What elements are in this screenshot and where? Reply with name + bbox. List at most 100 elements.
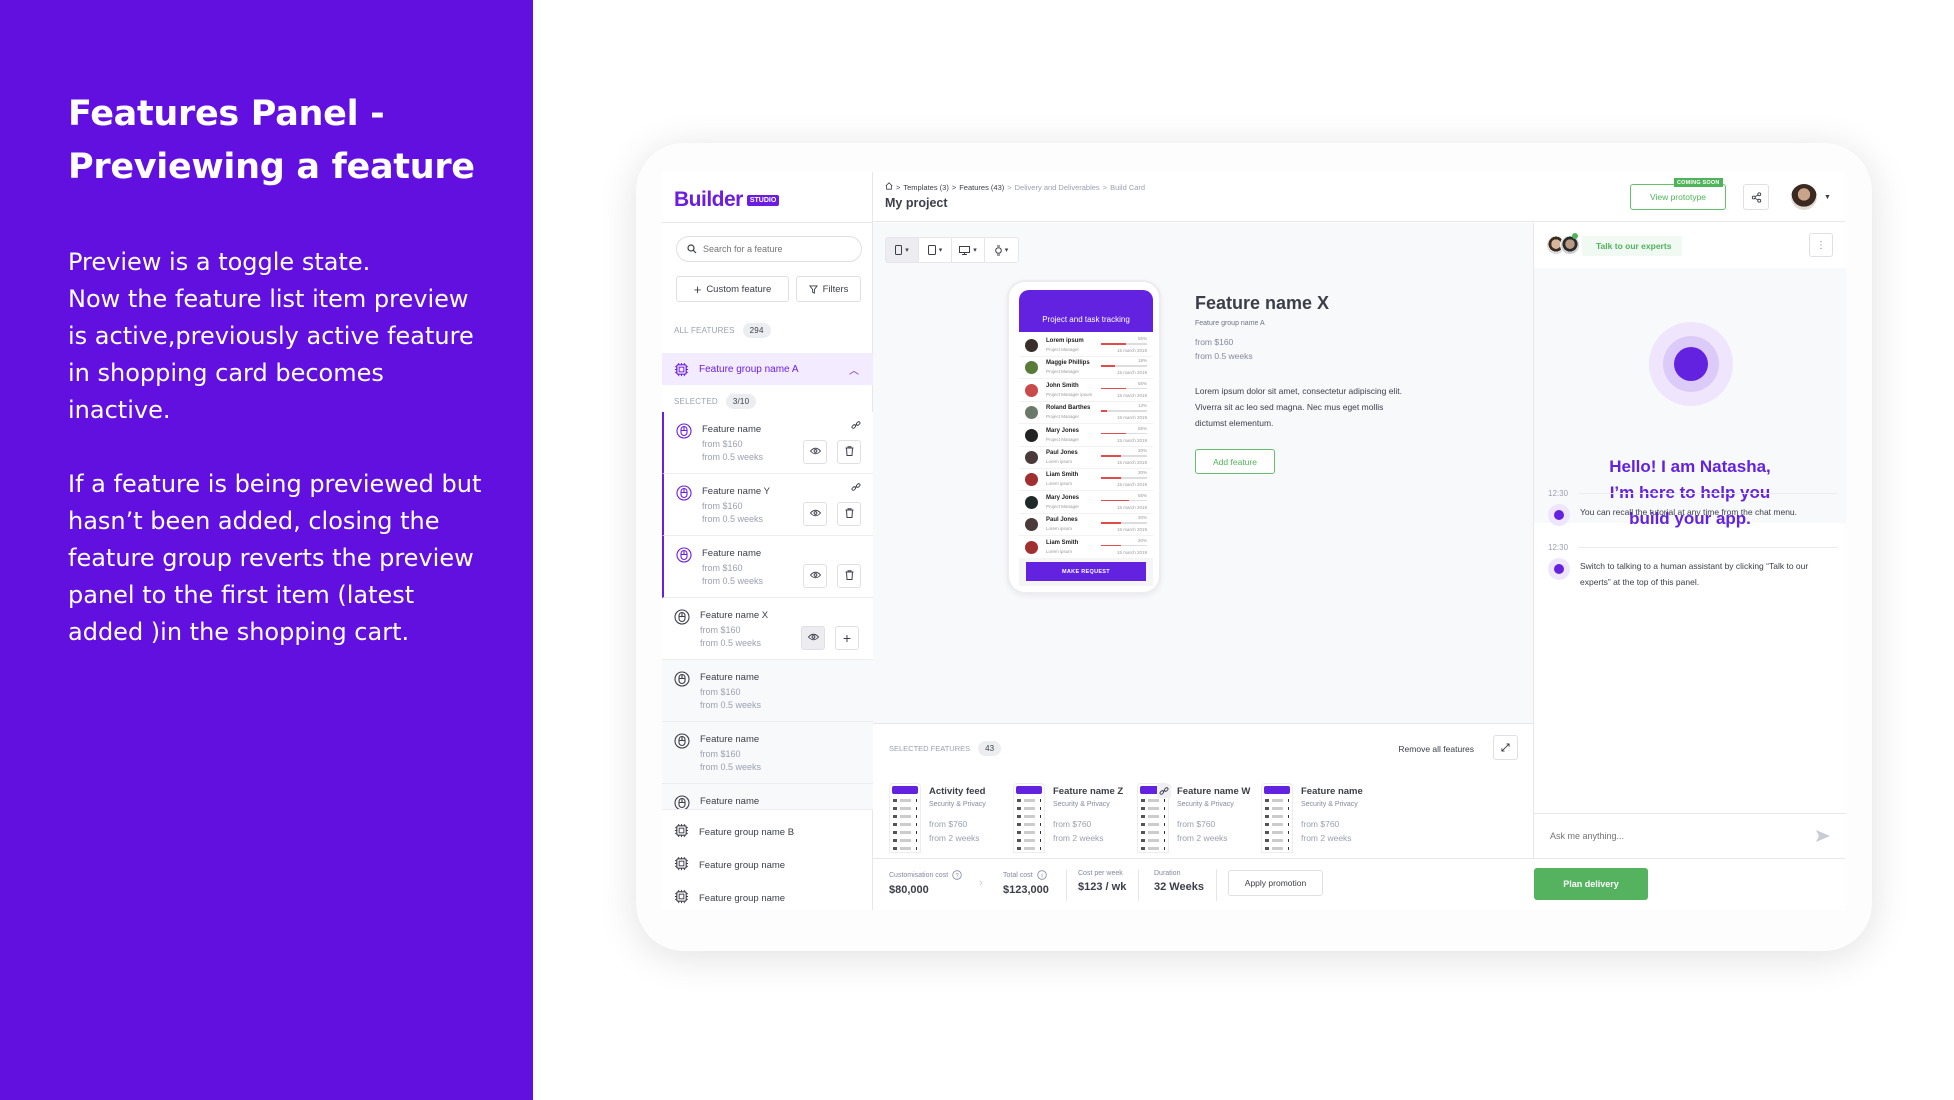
apply-promotion-button[interactable]: Apply promotion bbox=[1228, 870, 1323, 896]
mouse-icon bbox=[676, 423, 692, 439]
help-icon[interactable]: ? bbox=[952, 870, 962, 880]
feature-list-item[interactable]: Feature name X from $160 from 0.5 weeks + bbox=[662, 598, 873, 660]
feature-list-item[interactable]: Feature name from $160 from 0.5 weeks bbox=[662, 412, 873, 474]
info-icon[interactable]: i bbox=[1036, 870, 1047, 880]
preview-toggle-button[interactable] bbox=[801, 626, 825, 650]
filter-icon bbox=[808, 284, 818, 294]
progress-fill bbox=[1101, 477, 1121, 479]
remove-feature-button[interactable] bbox=[837, 564, 861, 588]
phone-task-row: Mary Jones Project Manager 55% 15 march 201… bbox=[1019, 424, 1153, 447]
search-input[interactable] bbox=[703, 244, 843, 254]
watch-icon bbox=[994, 245, 1002, 255]
user-avatar[interactable] bbox=[1791, 184, 1817, 210]
remove-feature-button[interactable] bbox=[837, 502, 861, 526]
chat-input[interactable] bbox=[1550, 831, 1816, 841]
task-date: 15 march 2019 bbox=[1116, 370, 1147, 376]
chevron-up-icon[interactable]: ︿ bbox=[849, 362, 859, 377]
progress-fill bbox=[1101, 522, 1121, 524]
remove-all-features-button[interactable]: Remove all features bbox=[1398, 744, 1474, 754]
feature-price: from $160 bbox=[702, 563, 743, 573]
device-tablet-button[interactable]: ▾ bbox=[919, 238, 952, 262]
feature-list-item[interactable]: Feature name from $160 from 0.5 weeks bbox=[662, 660, 873, 722]
person-name: Mary Jones bbox=[1046, 427, 1080, 434]
card-price: from $760 bbox=[1177, 819, 1216, 829]
natasha-avatar-icon bbox=[1548, 504, 1570, 526]
phone-task-row: Paul Jones Lorem ipsum 30% 15 march 2019 bbox=[1019, 446, 1153, 469]
preview-toggle-button[interactable] bbox=[803, 564, 827, 588]
make-request-button[interactable]: MAKE REQUEST bbox=[1026, 562, 1146, 581]
eye-icon bbox=[809, 571, 821, 582]
progress-fill bbox=[1101, 455, 1121, 457]
cost-footer: Customisation cost ? $80,000 › Total cos… bbox=[873, 858, 1845, 910]
add-feature-button[interactable]: Add feature bbox=[1195, 449, 1275, 474]
task-date: 15 march 2019 bbox=[1116, 437, 1147, 443]
card-duration: from 2 weeks bbox=[1053, 833, 1104, 843]
filters-button[interactable]: Filters bbox=[796, 276, 861, 302]
progress-bar bbox=[1101, 544, 1147, 547]
feature-name: Feature name Y bbox=[702, 486, 770, 497]
feature-price-duration: from $160 from 0.5 weeks bbox=[702, 562, 763, 588]
share-button[interactable] bbox=[1743, 184, 1769, 210]
feature-list-item[interactable]: Feature name Y from $160 from 0.5 weeks bbox=[662, 474, 873, 536]
filters-label: Filters bbox=[822, 283, 849, 295]
device-phone-button[interactable]: ▾ bbox=[886, 238, 919, 262]
phone-task-row: Maggie Phillips Project Manager 18% 15 marc… bbox=[1019, 356, 1153, 380]
expand-button[interactable] bbox=[1493, 735, 1518, 760]
progress-bar bbox=[1101, 477, 1147, 479]
progress-percent: 13% bbox=[1137, 403, 1147, 409]
progress-fill bbox=[1101, 499, 1129, 502]
send-icon[interactable] bbox=[1816, 830, 1830, 842]
remove-feature-button[interactable] bbox=[837, 440, 861, 464]
search-box[interactable] bbox=[676, 236, 862, 262]
chat-menu-button[interactable]: ⋮ bbox=[1809, 233, 1833, 257]
natasha-greeting: Hello! I am Natasha, I’m here to help you… bbox=[1534, 268, 1846, 528]
preview-toggle-button[interactable] bbox=[803, 440, 827, 464]
person-role: Project Manager bbox=[1046, 503, 1080, 509]
chat-message: 12:30 Switch to talking to a human assist… bbox=[1548, 543, 1838, 590]
device-watch-button[interactable]: ▾ bbox=[985, 238, 1018, 262]
card-price-duration: from $760 from 2 weeks bbox=[929, 817, 980, 845]
feature-price: from $160 bbox=[702, 439, 743, 449]
cost-per-week-value: $123 / wk bbox=[1078, 881, 1127, 893]
person-name: Lorem ipsum bbox=[1046, 338, 1084, 344]
progress-fill bbox=[1101, 343, 1127, 345]
builder-studio-logo[interactable]: Builder STUDIO bbox=[674, 188, 780, 212]
card-category: Security & Privacy bbox=[1177, 801, 1234, 808]
view-prototype-button[interactable]: View prototype bbox=[1630, 184, 1726, 210]
feature-group-a[interactable]: Feature group name A ︿ bbox=[662, 353, 873, 385]
card-feature-name: Activity feed bbox=[929, 786, 986, 797]
selected-features-count: 43 bbox=[978, 741, 1002, 756]
feature-list-item[interactable]: Feature name from $160 from 0.5 weeks bbox=[662, 536, 873, 598]
search-icon bbox=[687, 244, 697, 254]
feature-name: Feature name bbox=[700, 796, 760, 807]
talk-to-experts-button[interactable]: Talk to our experts bbox=[1582, 236, 1682, 256]
feature-price: from $160 bbox=[702, 501, 743, 511]
add-feature-button[interactable]: + bbox=[835, 626, 859, 650]
feature-price-duration: from $160 from 0.5 weeks bbox=[700, 624, 761, 650]
card-price-duration: from $760 from 2 weeks bbox=[1177, 817, 1228, 845]
chevron-down-icon[interactable]: ▼ bbox=[1824, 194, 1831, 201]
task-date: 15 march 2019 bbox=[1116, 392, 1147, 398]
plan-delivery-button[interactable]: Plan delivery bbox=[1534, 868, 1648, 900]
device-desktop-button[interactable]: ▾ bbox=[952, 238, 985, 262]
chevron-right-icon: › bbox=[979, 877, 983, 889]
main-area: ▾ ▾ ▾ ▾ Project and task tracking Lorem … bbox=[873, 172, 1533, 910]
custom-feature-button[interactable]: + Custom feature bbox=[676, 276, 789, 302]
mouse-icon bbox=[676, 485, 692, 501]
feature-list-item[interactable]: Feature name bbox=[662, 784, 873, 810]
link-icon bbox=[851, 420, 861, 433]
feature-name: Feature name bbox=[700, 734, 760, 745]
preview-canvas: ▾ ▾ ▾ ▾ Project and task tracking Lorem … bbox=[873, 223, 1533, 723]
preview-toggle-button[interactable] bbox=[803, 502, 827, 526]
feature-group-item[interactable]: Feature group name bbox=[674, 889, 785, 907]
preview-duration: from 0.5 weeks bbox=[1195, 351, 1253, 361]
feature-price-duration: from $160 from 0.5 weeks bbox=[702, 438, 763, 464]
feature-group-item[interactable]: Feature group name bbox=[674, 856, 785, 874]
customisation-cost-label: Customisation cost bbox=[889, 871, 949, 879]
feature-group-item[interactable]: Feature group name B bbox=[674, 823, 794, 841]
card-price: from $760 bbox=[1301, 819, 1340, 829]
feature-group-label: Feature group name bbox=[699, 892, 786, 904]
feature-duration: from 0.5 weeks bbox=[700, 638, 762, 648]
feature-list-item[interactable]: Feature name from $160 from 0.5 weeks bbox=[662, 722, 873, 784]
selected-feature-card[interactable]: Feature name Security & Privacy from $760 f… bbox=[1261, 783, 1411, 853]
